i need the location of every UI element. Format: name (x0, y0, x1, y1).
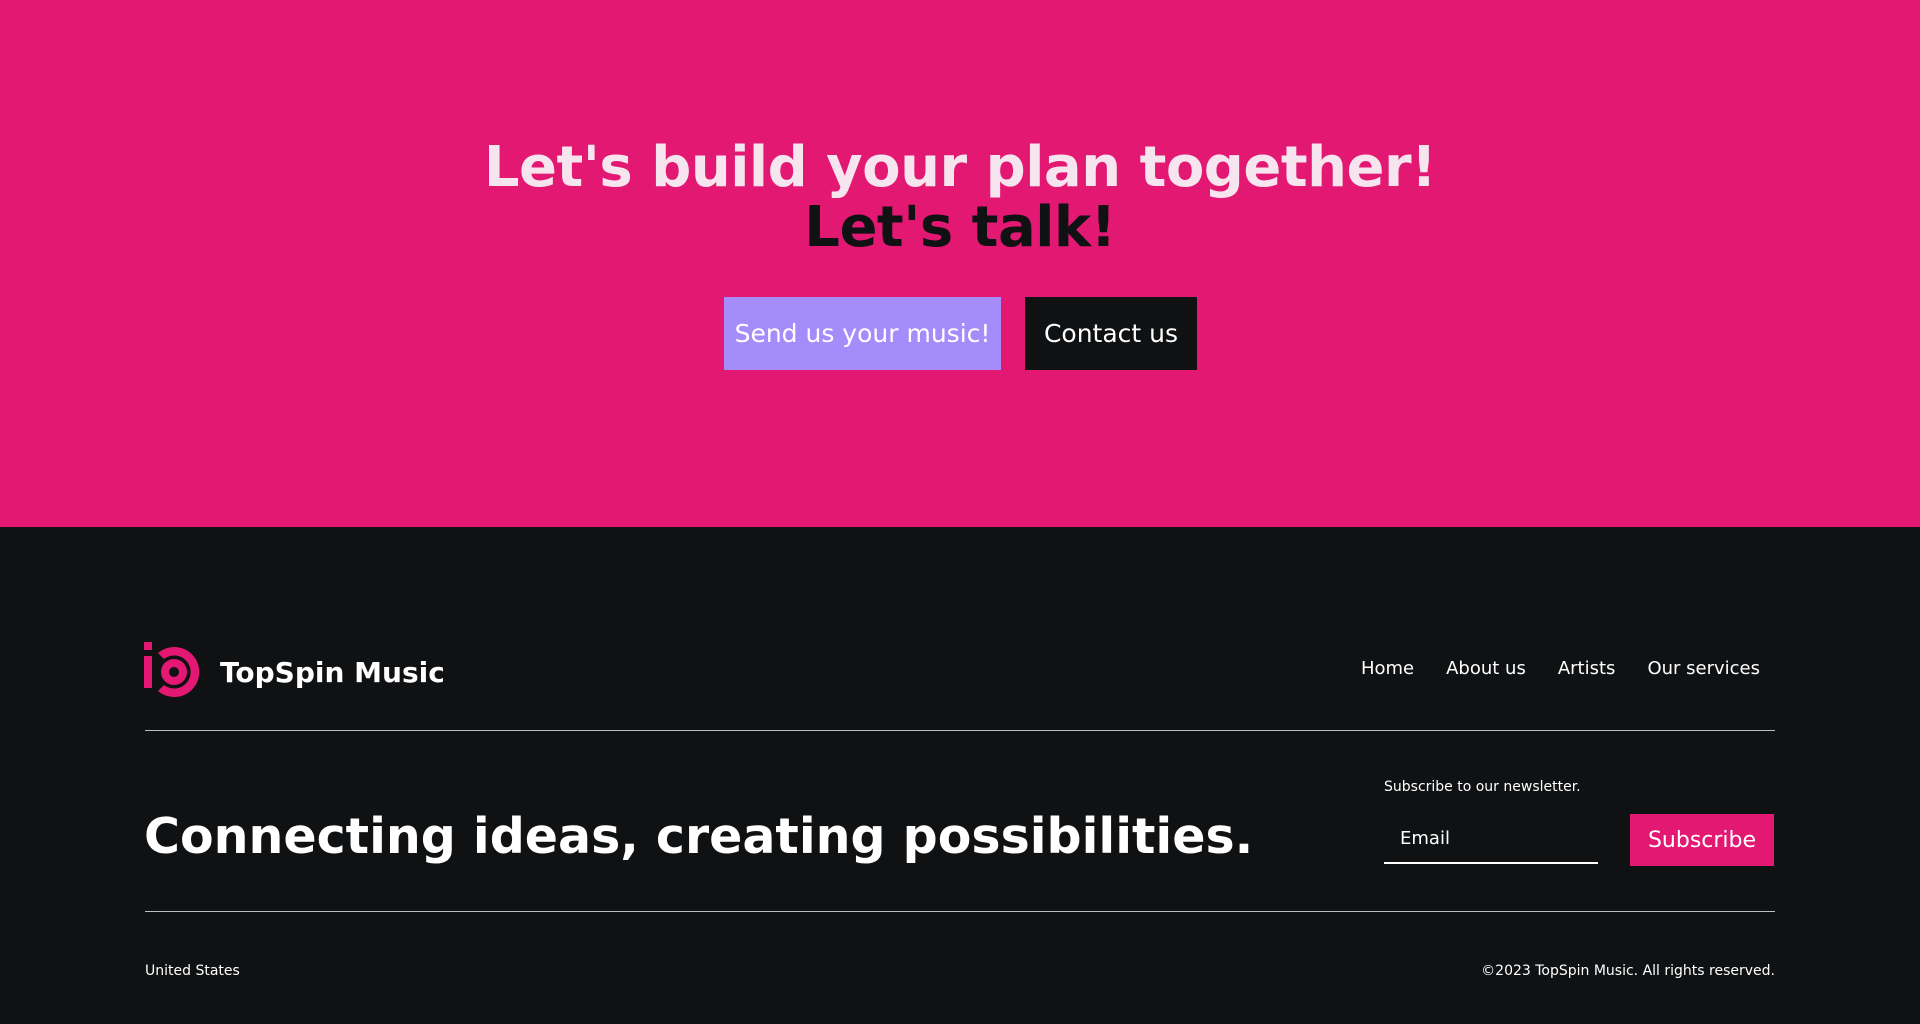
footer-tagline: Connecting ideas, creating possibilities… (144, 808, 1254, 865)
cta-heading-line-2: Let's talk! (804, 195, 1116, 260)
nav-link-about-us[interactable]: About us (1446, 658, 1526, 679)
country-label: United States (145, 963, 240, 979)
cta-heading: Let's build your plan together! Let's ta… (0, 138, 1920, 258)
cta-heading-line-1: Let's build your plan together! (483, 135, 1437, 200)
footer-brand[interactable]: TopSpin Music (144, 642, 445, 702)
topspin-logo-icon (144, 642, 200, 697)
brand-name: TopSpin Music (220, 655, 445, 689)
cta-button-group: Send us your music! Contact us (724, 297, 1197, 370)
site-footer: TopSpin Music Home About us Artists Our … (0, 527, 1920, 1024)
footer-divider-top (145, 730, 1775, 731)
footer-nav: Home About us Artists Our services (1361, 658, 1760, 679)
newsletter-email-input[interactable] (1384, 814, 1598, 864)
subscribe-button[interactable]: Subscribe (1630, 814, 1774, 866)
send-music-button[interactable]: Send us your music! (724, 297, 1001, 370)
copyright-text: ©2023 TopSpin Music. All rights reserved… (1481, 963, 1775, 979)
contact-us-button[interactable]: Contact us (1025, 297, 1197, 370)
footer-divider-bottom (145, 911, 1775, 912)
cta-section: Let's build your plan together! Let's ta… (0, 0, 1920, 527)
nav-link-our-services[interactable]: Our services (1647, 658, 1760, 679)
newsletter-label: Subscribe to our newsletter. (1384, 779, 1581, 795)
nav-link-home[interactable]: Home (1361, 658, 1414, 679)
nav-link-artists[interactable]: Artists (1558, 658, 1616, 679)
